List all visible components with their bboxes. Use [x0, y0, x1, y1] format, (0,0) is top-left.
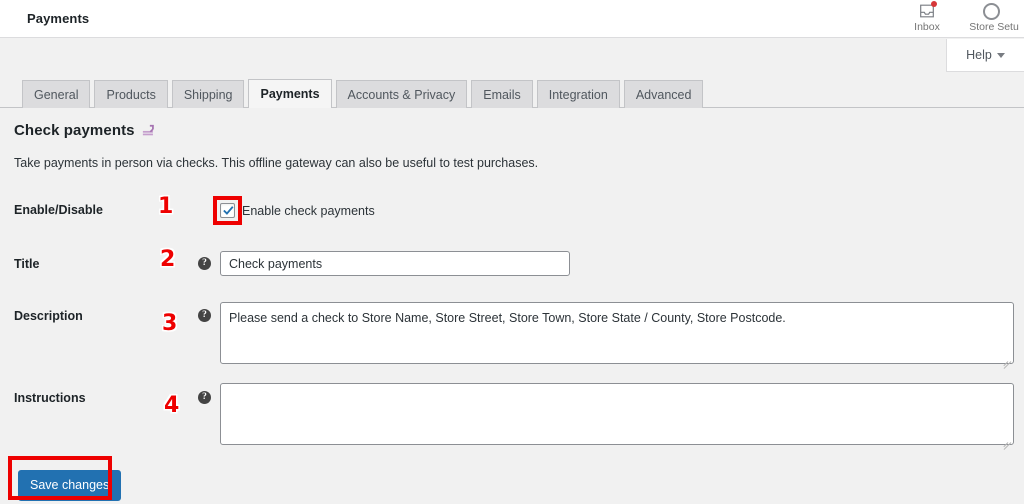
tab-label: Emails [483, 87, 521, 102]
tab-label: Products [106, 87, 156, 102]
enable-check-payments-checkbox[interactable] [220, 203, 235, 218]
step-marker-2: 2 [160, 247, 176, 272]
checkmark-icon [223, 206, 234, 215]
tab-integration[interactable]: Integration [536, 80, 620, 108]
enable-check-payments-control[interactable]: Enable check payments [220, 203, 375, 218]
chevron-down-icon [996, 52, 1005, 58]
instructions-label: Instructions [14, 391, 86, 405]
enable-disable-label: Enable/Disable [14, 203, 103, 217]
return-arrow-icon[interactable] [142, 124, 156, 137]
tab-emails[interactable]: Emails [471, 80, 533, 108]
tab-label: Accounts & Privacy [347, 87, 456, 102]
description-help-icon[interactable]: ? [198, 309, 211, 322]
title-input[interactable] [220, 251, 570, 276]
step-marker-1: 1 [158, 194, 174, 219]
tab-label: Advanced [635, 87, 692, 102]
help-dropdown[interactable]: Help [946, 39, 1024, 72]
section-heading-row: Check payments [14, 122, 156, 139]
tab-label: Shipping [183, 87, 233, 102]
enable-check-payments-label: Enable check payments [242, 203, 375, 218]
settings-tab-bar: General Products Shipping Payments Accou… [0, 78, 1024, 108]
header-actions: Inbox Store Setu [896, 0, 1024, 38]
inbox-button[interactable]: Inbox [896, 0, 958, 33]
store-setup-label: Store Setu [969, 21, 1019, 33]
inbox-label: Inbox [914, 21, 940, 33]
tab-payments[interactable]: Payments [248, 79, 332, 108]
step-marker-4: 4 [164, 393, 180, 418]
page-title: Payments [27, 11, 90, 26]
section-description: Take payments in person via checks. This… [14, 156, 539, 170]
description-textarea[interactable] [220, 302, 1014, 364]
store-setup-button[interactable]: Store Setu [958, 0, 1024, 33]
progress-ring-icon [982, 3, 1000, 20]
tab-label: General [34, 87, 79, 102]
instructions-textarea[interactable] [220, 383, 1014, 445]
tab-general[interactable]: General [22, 80, 91, 108]
instructions-help-icon[interactable]: ? [198, 391, 211, 404]
tab-accounts-privacy[interactable]: Accounts & Privacy [335, 80, 468, 108]
notification-dot [931, 1, 937, 7]
inbox-tray-icon [918, 1, 937, 20]
help-label: Help [966, 48, 992, 62]
section-title: Check payments [14, 122, 135, 139]
tab-advanced[interactable]: Advanced [623, 80, 704, 108]
admin-header: Payments Inbox Store Setu [0, 0, 1024, 38]
title-label: Title [14, 257, 40, 271]
title-help-icon[interactable]: ? [198, 257, 211, 270]
step-marker-3: 3 [162, 311, 178, 336]
tab-label: Integration [548, 87, 608, 102]
description-label: Description [14, 309, 83, 323]
tab-shipping[interactable]: Shipping [171, 80, 245, 108]
tab-label: Payments [260, 87, 320, 101]
save-changes-button[interactable]: Save changes [18, 470, 122, 501]
tab-products[interactable]: Products [94, 80, 168, 108]
